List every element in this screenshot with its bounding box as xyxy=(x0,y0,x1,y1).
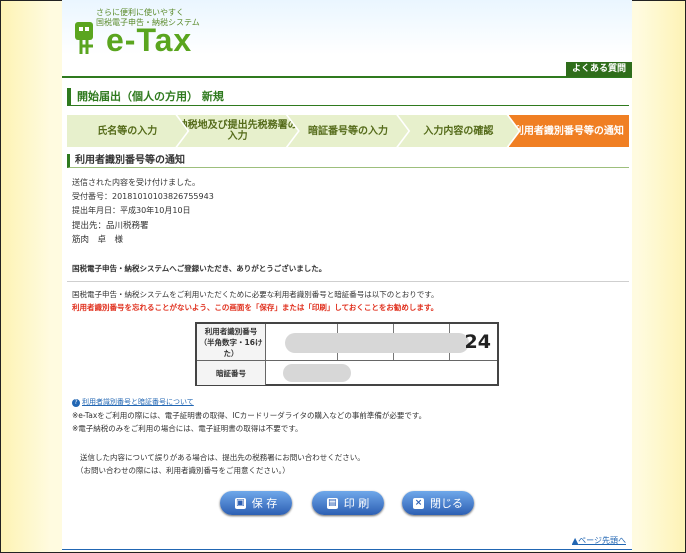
step-confirm: 入力内容の確認 xyxy=(398,115,518,147)
id-label-line1: 利用者識別番号 xyxy=(204,326,258,336)
contact-line2: （お問い合わせの際には、利用者識別番号をご用意ください。） xyxy=(76,466,290,475)
save-button-label: 保 存 xyxy=(251,497,278,510)
section-title: 利用者識別番号等の通知 xyxy=(67,154,629,168)
close-button[interactable]: × 閉じる xyxy=(402,491,474,515)
page-top-text: ページ先頭へ xyxy=(578,536,626,545)
footer-divider xyxy=(62,549,632,550)
id-row: 利用者識別番号 （半角数字・16けた） 24 xyxy=(197,324,497,361)
id-label-line2: （半角数字・16けた） xyxy=(199,337,263,358)
step-pin: 暗証番号等の入力 xyxy=(288,115,408,147)
id-table: 利用者識別番号 （半角数字・16けた） 24 暗証番号 xyxy=(195,322,499,386)
step-address: 納税地及び提出先税務署の入力 xyxy=(177,115,297,147)
faq-link[interactable]: よくある質問 xyxy=(565,62,632,77)
etax-page: さらに便利に使いやすく 国税電子申告・納税システム e-Tax よくある質問 開… xyxy=(62,0,632,551)
id-label: 利用者識別番号 （半角数字・16けた） xyxy=(197,324,266,360)
etax-mascot-icon xyxy=(75,22,93,54)
submit-to: 提出先：品川税務署 xyxy=(72,221,149,231)
note-payment: ※電子納税のみをご利用の場合には、電子証明書の取得は不要です。 xyxy=(72,424,303,433)
page-title: 開始届出（個人の方用） 新規 xyxy=(67,88,629,106)
pin-redaction xyxy=(283,364,351,382)
about-id-link[interactable]: ? 利用者識別番号と暗証番号について xyxy=(72,397,194,407)
step-name: 氏名等の入力 xyxy=(67,115,187,147)
etax-logo[interactable]: e-Tax xyxy=(106,22,192,59)
header-divider xyxy=(62,60,632,78)
id-suffix: 24 xyxy=(464,331,491,353)
pin-label: 暗証番号 xyxy=(197,361,266,385)
received-message: 送信された内容を受け付けました。 xyxy=(72,178,200,187)
notice-warning: 利用者識別番号を忘れることがないよう、この画面を「保存」または「印刷」しておくこ… xyxy=(72,303,439,312)
save-button[interactable]: ▣ 保 存 xyxy=(220,491,292,515)
id-redaction xyxy=(285,333,469,353)
close-icon: × xyxy=(413,497,424,509)
notice-line1: 国税電子申告・納税システムをご利用いただくために必要な利用者識別番号と暗証番号は… xyxy=(72,290,439,299)
receipt-number: 受付番号：20181010103826755943 xyxy=(72,192,214,201)
contact-line1: 送信した内容について誤りがある場合は、提出先の税務署にお問い合わせください。 xyxy=(80,453,365,462)
site-header: さらに便利に使いやすく 国税電子申告・納税システム e-Tax よくある質問 xyxy=(62,0,632,78)
about-id-link-text: 利用者識別番号と暗証番号について xyxy=(82,398,194,406)
progress-steps: 氏名等の入力 納税地及び提出先税務署の入力 暗証番号等の入力 入力内容の確認 利… xyxy=(67,115,630,147)
tagline-line1: さらに便利に使いやすく xyxy=(96,8,184,17)
user-name: 筋肉 卓 様 xyxy=(72,235,124,245)
question-icon: ? xyxy=(72,399,80,407)
divider xyxy=(67,281,629,282)
step-notification: 利用者識別番号等の通知 xyxy=(508,115,630,147)
pin-row: 暗証番号 xyxy=(197,361,497,385)
save-icon: ▣ xyxy=(234,497,246,509)
submit-date: 提出年月日：平成30年10月10日 xyxy=(72,206,191,215)
thanks-message: 国税電子申告・納税システムへご登録いただき、ありがとうございました。 xyxy=(72,264,327,273)
close-button-label: 閉じる xyxy=(430,497,463,510)
page-top-link[interactable]: ▲ページ先頭へ xyxy=(572,535,626,546)
print-button[interactable]: ▤ 印 刷 xyxy=(312,491,384,515)
note-certificate: ※e-Taxをご利用の際には、電子証明書の取得、ICカードリーダライタの購入など… xyxy=(72,411,427,420)
print-icon: ▤ xyxy=(326,497,338,509)
print-button-label: 印 刷 xyxy=(343,497,370,510)
